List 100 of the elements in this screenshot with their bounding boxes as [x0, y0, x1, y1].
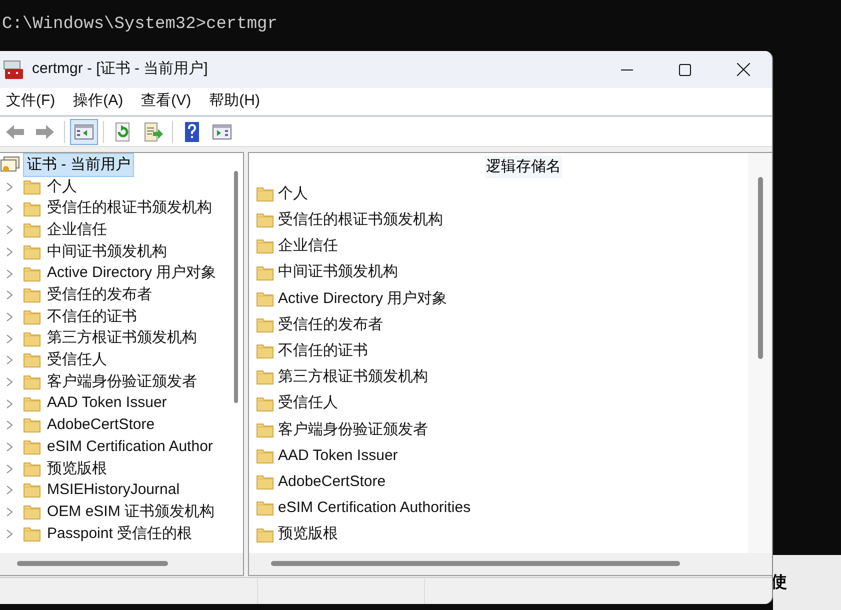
tree-item[interactable]: OEM eSIM 证书颁发机构	[47, 500, 215, 524]
window-title: certmgr - [证书 - 当前用户]	[32, 59, 208, 80]
tree-item[interactable]: AAD Token Issuer	[47, 392, 167, 415]
list-item[interactable]: 客户端身份验证颁发者	[278, 418, 428, 442]
folder-icon	[23, 308, 41, 325]
chevron-icon[interactable]	[6, 334, 13, 344]
folder-icon	[256, 448, 274, 464]
tree-item[interactable]: 中间证书颁发机构	[47, 240, 167, 264]
folder-icon	[256, 396, 274, 412]
chevron-icon[interactable]	[6, 182, 13, 192]
list-item[interactable]: 中间证书颁发机构	[278, 261, 398, 284]
folder-icon	[23, 352, 41, 368]
list-item[interactable]: 受信任人	[278, 392, 338, 415]
chevron-icon[interactable]	[6, 290, 13, 300]
list-item[interactable]: AdobeCertStore	[278, 470, 386, 494]
chevron-icon[interactable]	[6, 420, 13, 430]
chevron-icon[interactable]	[6, 312, 13, 322]
chevron-icon[interactable]	[6, 377, 13, 388]
folder-icon	[23, 222, 41, 238]
folder-icon	[256, 186, 274, 202]
console-line: C:\Windows\System32>certmgr	[2, 15, 278, 34]
tree-item[interactable]: 预览版根	[47, 458, 107, 480]
list-item[interactable]: 个人	[278, 182, 308, 206]
folder-icon	[23, 244, 41, 260]
chevron-icon[interactable]	[6, 398, 13, 409]
folder-icon	[256, 474, 274, 490]
chevron-icon[interactable]	[6, 355, 13, 366]
tree-item[interactable]: AdobeCertStore	[47, 414, 155, 437]
chevron-icon[interactable]	[6, 225, 13, 236]
folder-icon	[256, 238, 274, 254]
folder-icon	[23, 504, 41, 520]
chevron-icon[interactable]	[6, 268, 13, 279]
scrollbar-thumb[interactable]	[271, 561, 680, 566]
list-item[interactable]: 企业信任	[278, 235, 338, 258]
folder-icon	[23, 330, 41, 347]
list-item[interactable]: 不信任的证书	[278, 340, 368, 362]
list-item[interactable]: AAD Token Issuer	[278, 444, 398, 468]
tree-item[interactable]: 不信任的证书	[47, 306, 137, 328]
folder-icon	[23, 266, 41, 282]
chevron-icon[interactable]	[6, 204, 13, 214]
list-item[interactable]: eSIM Certification Authorities	[278, 497, 471, 520]
chevron-icon[interactable]	[6, 246, 13, 257]
tree-item[interactable]: 证书 - 当前用户	[23, 153, 134, 178]
tree-item[interactable]: 受信任的根证书颁发机构	[47, 197, 212, 220]
folder-icon	[23, 374, 41, 390]
folder-icon	[23, 396, 41, 412]
menu-item[interactable]: 查看(V)	[135, 90, 198, 113]
chevron-icon[interactable]	[6, 464, 13, 474]
column-header[interactable]: 逻辑存储名	[485, 156, 562, 178]
maximize-icon	[679, 64, 691, 76]
folder-icon	[23, 287, 41, 304]
scrollbar-thumb[interactable]	[17, 561, 168, 566]
certificate-icon	[0, 156, 20, 174]
folder-icon	[256, 290, 274, 307]
tree-item[interactable]: 受信任人	[47, 349, 107, 372]
list-item[interactable]: Active Directory 用户对象	[278, 288, 448, 310]
folder-icon	[256, 526, 274, 543]
panel-icon	[74, 122, 94, 142]
folder-icon	[256, 500, 274, 516]
chevron-icon[interactable]	[6, 528, 13, 539]
list-item[interactable]: 预览版根	[278, 523, 338, 546]
export-icon	[143, 122, 163, 142]
menu-item[interactable]: 帮助(H)	[203, 90, 266, 113]
list-item[interactable]: 受信任的发布者	[278, 314, 383, 336]
toolbox-icon	[3, 60, 23, 80]
list-item[interactable]: 第三方根证书颁发机构	[278, 366, 428, 389]
folder-icon	[256, 343, 274, 360]
tree-item[interactable]: 第三方根证书颁发机构	[47, 327, 197, 350]
tree-item[interactable]: 个人	[47, 176, 77, 198]
chevron-icon[interactable]	[6, 485, 13, 496]
folder-icon	[23, 178, 41, 195]
folder-icon	[256, 369, 274, 386]
background-text: 使	[771, 572, 787, 592]
panel-button[interactable]	[70, 118, 98, 144]
menu-item[interactable]: 操作(A)	[67, 90, 130, 113]
scrollbar-thumb[interactable]	[234, 171, 238, 403]
folder-icon	[256, 422, 274, 438]
folder-icon	[256, 264, 274, 281]
panel-icon	[212, 122, 232, 142]
scrollbar-thumb[interactable]	[758, 177, 762, 359]
folder-icon	[23, 439, 41, 456]
list-item[interactable]: 受信任的根证书颁发机构	[278, 209, 443, 232]
tree-item[interactable]: MSIEHistoryJournal	[47, 479, 180, 502]
folder-icon	[23, 460, 41, 477]
tree-item[interactable]: 企业信任	[47, 218, 107, 242]
chevron-icon[interactable]	[6, 442, 13, 452]
help-icon	[182, 122, 202, 142]
folder-icon	[23, 526, 41, 542]
tree-item[interactable]: 受信任的发布者	[47, 284, 152, 307]
folder-icon	[256, 317, 274, 334]
chevron-icon[interactable]	[6, 507, 13, 518]
close-icon	[736, 63, 750, 76]
folder-icon	[23, 200, 41, 217]
tree-item[interactable]: 客户端身份验证颁发者	[47, 370, 197, 394]
menu-item[interactable]: 文件(F)	[0, 90, 62, 113]
tree-item[interactable]: eSIM Certification Author	[47, 436, 213, 458]
folder-icon	[256, 212, 274, 228]
folder-icon	[23, 417, 41, 434]
tree-item[interactable]: Passpoint 受信任的根	[47, 522, 192, 546]
tree-item[interactable]: Active Directory 用户对象	[47, 262, 216, 285]
